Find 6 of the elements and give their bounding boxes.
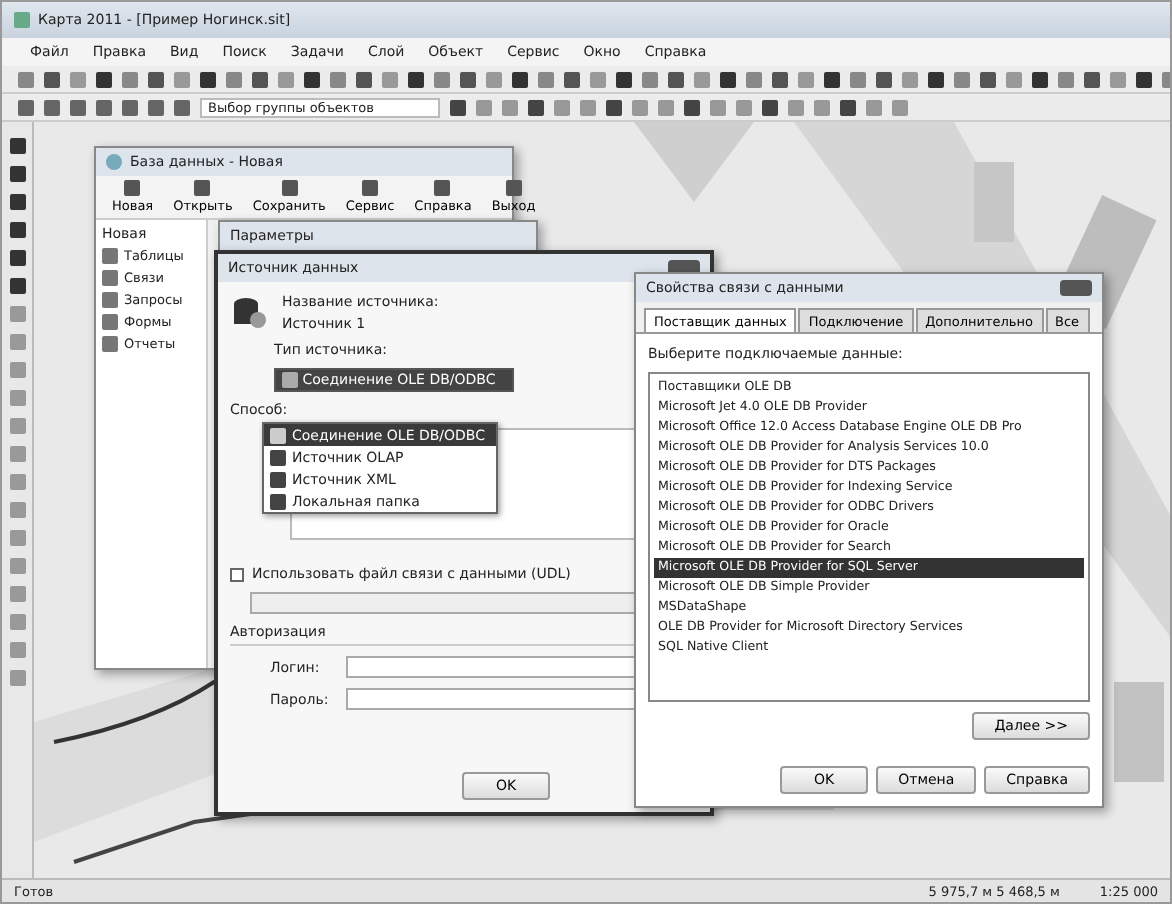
checkbox[interactable] xyxy=(230,567,244,581)
app-icon xyxy=(14,12,30,28)
window-icon xyxy=(106,154,122,170)
close-icon[interactable] xyxy=(1060,280,1092,296)
provider-list[interactable] xyxy=(648,372,1090,702)
database-icon xyxy=(230,295,266,331)
